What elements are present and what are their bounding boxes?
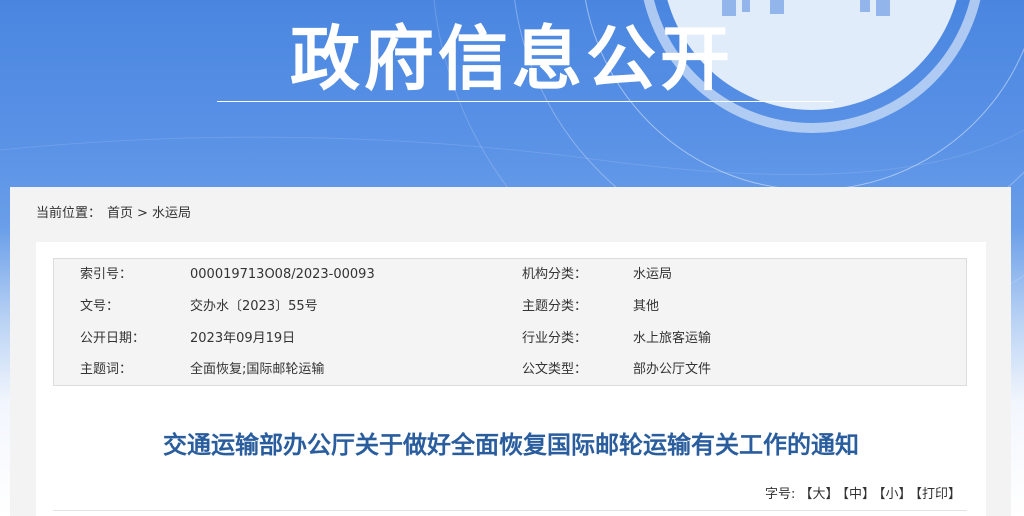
document-type-label: 公文类型：: [522, 362, 588, 377]
index-number-value: 000019713O08/2023-00093: [190, 267, 375, 282]
topic-category-label: 主题分类：: [522, 299, 588, 314]
breadcrumb-separator: >: [137, 206, 148, 221]
topic-category-value: 其他: [633, 299, 660, 314]
keywords-value: 全面恢复;国际邮轮运输: [190, 362, 325, 377]
organization-category-label: 机构分类：: [522, 267, 588, 282]
font-small-button[interactable]: 【小】: [879, 487, 912, 502]
index-number-label: 索引号：: [80, 267, 133, 282]
metadata-row: 索引号： 000019713O08/2023-00093 机构分类： 水运局: [54, 265, 966, 285]
organization-category-value: 水运局: [633, 267, 673, 282]
breadcrumb: 当前位置： 首页 > 水运局: [36, 205, 197, 223]
font-medium-button[interactable]: 【中】: [842, 487, 875, 502]
font-large-button[interactable]: 【大】: [799, 487, 838, 502]
metadata-row: 文号： 交办水〔2023〕55号 主题分类： 其他: [54, 297, 966, 317]
breadcrumb-current-link[interactable]: 水运局: [152, 206, 191, 221]
document-title: 交通运输部办公厅关于做好全面恢复国际邮轮运输有关工作的通知: [163, 431, 859, 459]
document-number-label: 文号：: [80, 299, 120, 314]
keywords-label: 主题词：: [80, 362, 133, 377]
document-number-value: 交办水〔2023〕55号: [190, 299, 318, 314]
breadcrumb-label: 当前位置：: [36, 206, 102, 221]
print-button[interactable]: 【打印】: [915, 487, 961, 502]
font-size-toolbar: 字号: 【大】 【中】 【小】 【打印】: [761, 486, 961, 504]
banner-title: 政府信息公开: [290, 18, 734, 100]
metadata-row: 公开日期： 2023年09月19日 行业分类： 水上旅客运输: [54, 329, 966, 349]
document-type-value: 部办公厅文件: [633, 362, 712, 377]
document-metadata-table: 索引号： 000019713O08/2023-00093 机构分类： 水运局 文…: [53, 258, 967, 386]
metadata-row: 主题词： 全面恢复;国际邮轮运输 公文类型： 部办公厅文件: [54, 360, 966, 380]
banner-underline: [217, 101, 833, 102]
font-size-label: 字号:: [765, 487, 796, 502]
publish-date-value: 2023年09月19日: [190, 331, 296, 346]
industry-category-label: 行业分类：: [522, 331, 588, 346]
content-divider: [53, 510, 967, 511]
breadcrumb-home-link[interactable]: 首页: [107, 206, 133, 221]
publish-date-label: 公开日期：: [80, 331, 146, 346]
industry-category-value: 水上旅客运输: [633, 331, 712, 346]
